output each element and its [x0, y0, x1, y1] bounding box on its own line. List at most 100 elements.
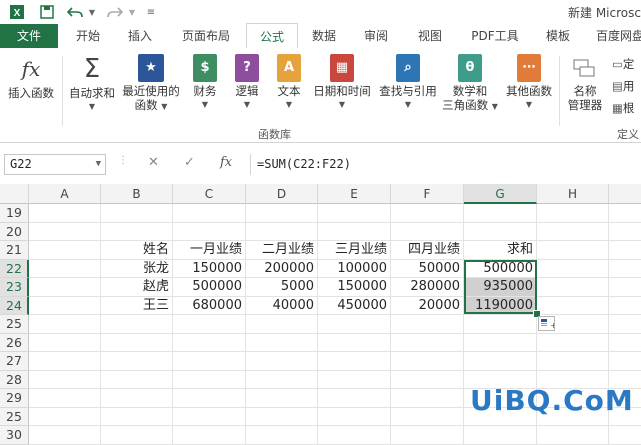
cell-f27[interactable]	[391, 352, 464, 371]
row-header-25[interactable]: 25	[0, 407, 29, 426]
row-header-28[interactable]: 28	[0, 370, 29, 389]
cell-h19[interactable]	[537, 204, 609, 223]
cell-a27[interactable]	[29, 352, 101, 371]
cell-g20[interactable]	[464, 222, 537, 241]
column-header-a[interactable]: A	[29, 184, 101, 204]
cell-d25[interactable]	[246, 315, 318, 334]
tab-formulas[interactable]: 公式	[246, 23, 298, 50]
save-icon[interactable]	[38, 3, 56, 21]
tab-page-layout[interactable]: 页面布局	[172, 24, 240, 48]
cell-a26[interactable]	[29, 333, 101, 352]
undo-icon[interactable]	[66, 3, 84, 21]
quick-analysis-button[interactable]: +	[538, 316, 557, 331]
tab-view[interactable]: 视图	[408, 24, 452, 48]
cell-f24[interactable]: 20000	[391, 296, 464, 315]
cell-d24[interactable]: 40000	[246, 296, 318, 315]
column-header-g[interactable]: G	[464, 184, 537, 204]
more-functions-button[interactable]: ⋯ 其他函数 ▼	[502, 54, 556, 112]
cell-f25[interactable]	[391, 407, 464, 426]
cell-e27[interactable]	[318, 352, 391, 371]
create-from-selection-button[interactable]: ▦根	[612, 100, 634, 116]
cell-b30[interactable]	[101, 426, 173, 445]
cell-e20[interactable]	[318, 222, 391, 241]
undo-dropdown-icon[interactable]: ▼	[86, 3, 98, 21]
row-header-19[interactable]: 19	[0, 204, 29, 223]
cell-i21[interactable]	[609, 241, 641, 260]
cell-e19[interactable]	[318, 204, 391, 223]
cell-i27[interactable]	[609, 352, 641, 371]
cancel-icon[interactable]: ✕	[148, 155, 159, 170]
cell-d27[interactable]	[246, 352, 318, 371]
lookup-reference-button[interactable]: ⌕ 查找与引用 ▼	[376, 54, 440, 112]
cell-d20[interactable]	[246, 222, 318, 241]
insert-function-icon[interactable]: fx	[220, 155, 232, 170]
cell-f20[interactable]	[391, 222, 464, 241]
column-header-h[interactable]: H	[537, 184, 609, 204]
row-header-20[interactable]: 20	[0, 222, 29, 241]
cell-i25[interactable]	[609, 315, 641, 334]
cell-f26[interactable]	[391, 333, 464, 352]
cell-c21[interactable]: 一月业绩	[173, 241, 246, 260]
cell-d25[interactable]	[246, 407, 318, 426]
cell-d30[interactable]	[246, 426, 318, 445]
cell-i30[interactable]	[609, 426, 641, 445]
column-header-b[interactable]: B	[101, 184, 173, 204]
cell-b22[interactable]: 张龙	[101, 259, 173, 278]
cell-i26[interactable]	[609, 334, 641, 352]
cell-e24[interactable]: 450000	[318, 296, 391, 315]
chevron-down-icon[interactable]: ▼	[96, 155, 101, 174]
define-name-button[interactable]: ▭定	[612, 56, 634, 72]
cell-c30[interactable]	[173, 426, 246, 445]
cell-b20[interactable]	[101, 222, 173, 241]
cell-f22[interactable]: 50000	[391, 259, 464, 278]
cell-b29[interactable]	[101, 389, 173, 408]
cell-b28[interactable]	[101, 370, 173, 389]
cell-d19[interactable]	[246, 204, 318, 223]
cell-b25[interactable]	[101, 315, 173, 334]
cell-g27[interactable]	[464, 352, 537, 371]
cell-a22[interactable]	[29, 259, 101, 278]
cell-g26[interactable]	[464, 333, 537, 352]
row-header-25[interactable]: 25	[0, 315, 29, 334]
use-in-formula-button[interactable]: ▤用	[612, 78, 634, 94]
cell-c29[interactable]	[173, 389, 246, 408]
cell-g23[interactable]: 935000	[464, 278, 537, 297]
cell-c19[interactable]	[173, 204, 246, 223]
customize-qat-icon[interactable]: ≡	[146, 3, 156, 21]
cell-a28[interactable]	[29, 370, 101, 389]
cell-f19[interactable]	[391, 204, 464, 223]
tab-data[interactable]: 数据	[302, 24, 346, 48]
cell-a19[interactable]	[29, 204, 101, 223]
cell-b25[interactable]	[101, 407, 173, 426]
row-header-23[interactable]: 23	[0, 278, 29, 297]
cell-g25[interactable]	[464, 315, 537, 334]
cell-b24[interactable]: 王三	[101, 296, 173, 315]
cell-f29[interactable]	[391, 389, 464, 408]
cell-h21[interactable]	[537, 241, 609, 260]
cell-g19[interactable]	[464, 204, 537, 223]
row-header-29[interactable]: 29	[0, 389, 29, 408]
cell-e26[interactable]	[318, 333, 391, 352]
cell-i24[interactable]	[609, 297, 641, 315]
name-box[interactable]: G22 ▼	[4, 154, 106, 175]
cell-f23[interactable]: 280000	[391, 278, 464, 297]
cell-f21[interactable]: 四月业绩	[391, 241, 464, 260]
column-header-e[interactable]: E	[318, 184, 391, 204]
tab-pdf-tools[interactable]: PDF工具	[462, 24, 528, 48]
cell-b21[interactable]: 姓名	[101, 241, 173, 260]
cell-a30[interactable]	[29, 426, 101, 445]
cell-d26[interactable]	[246, 333, 318, 352]
cell-e21[interactable]: 三月业绩	[318, 241, 391, 260]
cell-e30[interactable]	[318, 426, 391, 445]
column-header-f[interactable]: F	[391, 184, 464, 204]
cell-c25[interactable]	[173, 315, 246, 334]
cell-g22[interactable]: 500000	[464, 259, 537, 278]
column-header-c[interactable]: C	[173, 184, 246, 204]
row-header-30[interactable]: 30	[0, 426, 29, 445]
cell-b26[interactable]	[101, 333, 173, 352]
cell-c23[interactable]: 500000	[173, 278, 246, 297]
cell-a25[interactable]	[29, 407, 101, 426]
cell-i19[interactable]	[609, 204, 641, 223]
row-header-22[interactable]: 22	[0, 259, 29, 278]
redo-icon[interactable]	[106, 3, 124, 21]
